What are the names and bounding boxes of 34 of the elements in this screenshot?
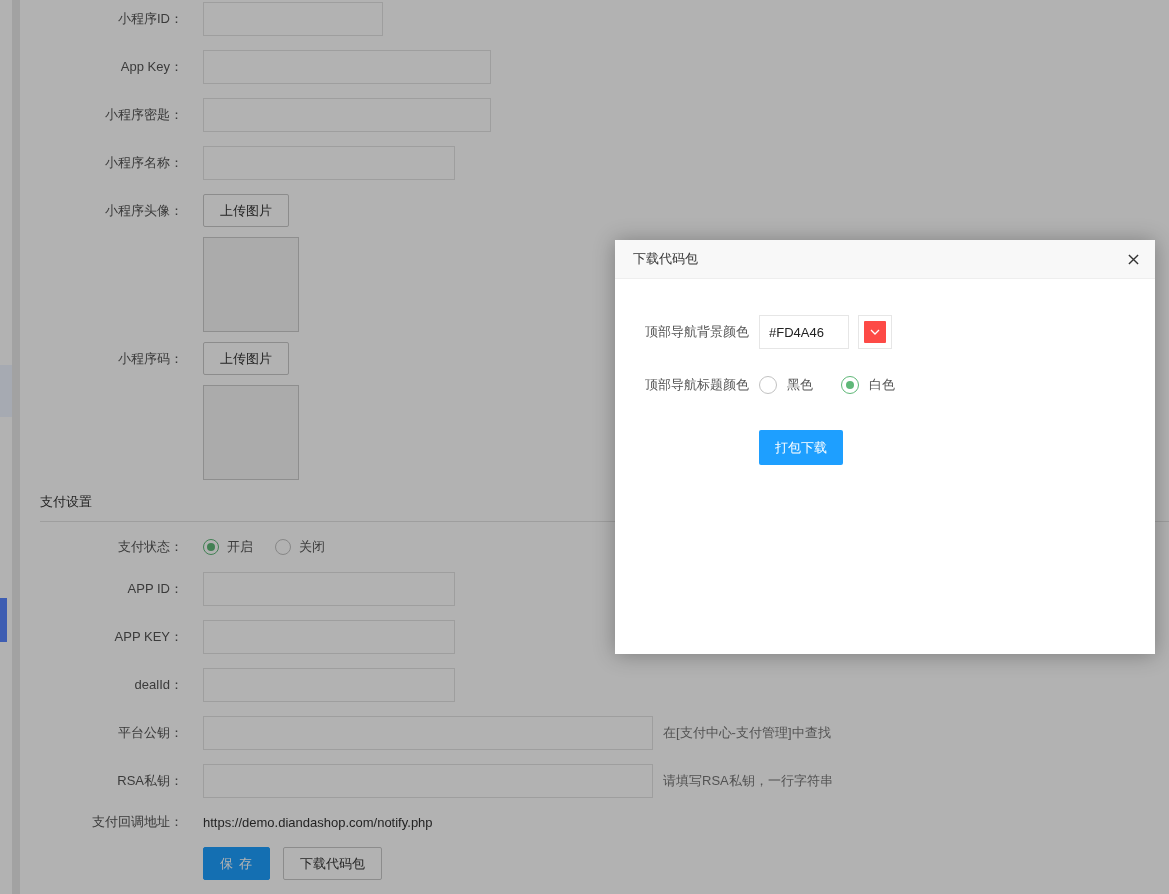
radio-button[interactable]: 关闭 bbox=[275, 537, 325, 556]
color-picker[interactable] bbox=[858, 315, 892, 349]
field-label: 小程序头像： bbox=[104, 201, 183, 220]
field-label: 顶部导航标题颜色 bbox=[645, 376, 750, 394]
download-button[interactable]: 下载代码包 bbox=[282, 847, 382, 880]
field-label: APP KEY： bbox=[113, 627, 183, 646]
field-label: 小程序码： bbox=[117, 349, 183, 368]
radio-button[interactable]: 黑色 bbox=[759, 376, 813, 394]
field-label: APP ID： bbox=[126, 579, 183, 598]
field-label: App Key： bbox=[119, 58, 183, 76]
field-label: 小程序密匙： bbox=[104, 106, 183, 124]
radio-button[interactable]: 白色 bbox=[841, 376, 895, 394]
radio-button[interactable]: 开启 bbox=[203, 537, 253, 556]
callback-url: https://demo.diandashop.com/notify.php bbox=[203, 814, 433, 830]
field-hint: 在[支付中心-支付管理]中查找 bbox=[663, 723, 831, 742]
field-label: 平台公钥： bbox=[117, 723, 183, 742]
close-icon[interactable] bbox=[1128, 253, 1139, 265]
field-label: 支付回调地址： bbox=[91, 813, 183, 832]
field-label: dealId： bbox=[133, 675, 183, 694]
upload-button[interactable]: 上传图片 bbox=[203, 194, 289, 227]
radio-icon bbox=[275, 538, 291, 555]
field-label: 顶部导航背景颜色 bbox=[645, 323, 750, 341]
field-label: 小程序ID： bbox=[117, 10, 183, 28]
field-label: 支付状态： bbox=[117, 537, 183, 556]
radio-icon bbox=[759, 376, 777, 394]
dialog-title: 下载代码包 bbox=[633, 250, 698, 268]
field-label: RSA私钥： bbox=[116, 771, 183, 790]
upload-button[interactable]: 上传图片 bbox=[203, 342, 289, 375]
field-label: 小程序名称： bbox=[104, 154, 183, 172]
sidebar-active-bar bbox=[0, 598, 7, 642]
radio-icon bbox=[203, 538, 219, 555]
radio-icon bbox=[841, 376, 859, 394]
section-title: 支付设置 bbox=[40, 492, 93, 511]
color-input[interactable]: #FD4A46 bbox=[759, 315, 849, 349]
